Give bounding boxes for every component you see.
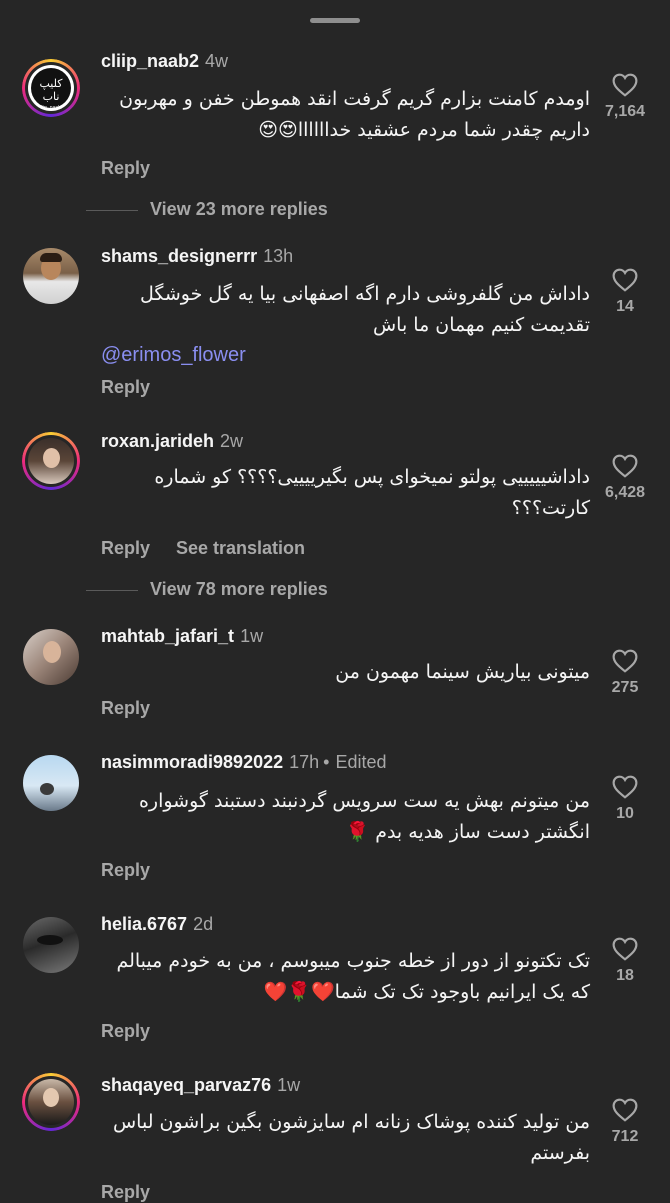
reply-button[interactable]: Reply (101, 538, 150, 559)
username[interactable]: mahtab_jafari_t (101, 626, 234, 646)
comment-text: داداش من گلفروشی دارم اگه اصفهانی بیا یه… (140, 283, 590, 336)
comment-time: 1w (277, 1075, 301, 1095)
mention-link[interactable]: @erimos_flower (101, 344, 246, 367)
reply-button[interactable]: Reply (101, 860, 150, 881)
username[interactable]: roxan.jarideh (101, 431, 214, 451)
comment-header: shams_designerrr 13h (101, 246, 293, 267)
like-area: 6,428 (580, 454, 670, 502)
comment-header: helia.6767 2d (101, 914, 213, 935)
divider (86, 589, 138, 591)
reply-button[interactable]: Reply (101, 377, 150, 398)
comment-time: 2d (193, 914, 214, 934)
reply-button[interactable]: Reply (101, 1021, 150, 1042)
username[interactable]: shaqayeq_parvaz76 (101, 1075, 271, 1095)
like-area: 18 (580, 937, 670, 985)
comment-header: roxan.jarideh 2w (101, 431, 243, 452)
comment-header: mahtab_jafari_t 1w (101, 626, 263, 647)
heart-icon[interactable] (612, 454, 638, 478)
reply-button[interactable]: Reply (101, 698, 150, 719)
avatar-logo-subtext: cliip_naab2 (38, 105, 64, 111)
like-count: 10 (616, 805, 634, 822)
comment-text: من تولید کننده پوشاک زنانه ام سایزشون بگ… (112, 1111, 590, 1164)
comment-header: nasimmoradi9892022 17h • Edited (101, 752, 387, 773)
separator-dot: • (323, 752, 330, 772)
heart-icon[interactable] (612, 937, 638, 961)
view-replies-button[interactable]: View 78 more replies (86, 579, 328, 600)
like-count: 275 (611, 679, 639, 696)
like-count: 7,164 (604, 103, 646, 120)
like-count: 6,428 (604, 484, 646, 501)
drag-handle[interactable] (310, 18, 360, 23)
heart-icon[interactable] (612, 73, 638, 97)
username[interactable]: helia.6767 (101, 914, 187, 934)
avatar[interactable] (22, 754, 80, 812)
avatar[interactable] (22, 1073, 80, 1131)
comment-time: 1w (240, 626, 264, 646)
avatar[interactable] (22, 247, 80, 305)
username[interactable]: nasimmoradi9892022 (101, 752, 283, 772)
like-count: 14 (616, 298, 634, 315)
username[interactable]: shams_designerrr (101, 246, 257, 266)
comment-text: من میتونم بهش یه ست سرویس گردنبند دستبند… (138, 790, 590, 843)
like-count: 712 (611, 1128, 639, 1145)
edited-label: Edited (335, 752, 387, 772)
comment-time: 4w (205, 51, 229, 71)
avatar[interactable] (22, 432, 80, 490)
avatar[interactable]: کلیپ ناب cliip_naab2 (22, 59, 80, 117)
like-area: 7,164 (580, 73, 670, 121)
comment-text: داداشیییییی پولتو نمیخوای پس بگیرییییی؟؟… (154, 466, 590, 519)
heart-icon[interactable] (612, 649, 638, 673)
heart-icon[interactable] (612, 775, 638, 799)
view-replies-label: View 78 more replies (150, 579, 328, 599)
view-replies-button[interactable]: View 23 more replies (86, 199, 328, 220)
avatar[interactable] (22, 916, 80, 974)
comment-text: اومدم کامنت بزارم گریم گرفت انقد هموطن خ… (119, 88, 590, 141)
like-area: 712 (580, 1098, 670, 1146)
heart-icon[interactable] (612, 1098, 638, 1122)
comment-header: shaqayeq_parvaz76 1w (101, 1075, 300, 1096)
see-translation-button[interactable]: See translation (176, 538, 305, 559)
divider (86, 209, 138, 211)
comment-time: 17h (289, 752, 320, 772)
comment-text: میتونی بیاریش سینما مهمون من (335, 661, 590, 683)
avatar-logo-text: کلیپ ناب (39, 77, 63, 103)
like-area: 14 (580, 268, 670, 316)
comment-time: 13h (263, 246, 294, 266)
like-count: 18 (616, 967, 634, 984)
heart-icon[interactable] (612, 268, 638, 292)
comment-time: 2w (220, 431, 244, 451)
like-area: 10 (580, 775, 670, 823)
like-area: 275 (580, 649, 670, 697)
view-replies-label: View 23 more replies (150, 199, 328, 219)
username[interactable]: cliip_naab2 (101, 51, 199, 71)
reply-button[interactable]: Reply (101, 158, 150, 179)
avatar[interactable] (22, 628, 80, 686)
comment-text: تک تکتونو از دور از خطه جنوب میبوسم ، من… (116, 950, 590, 1003)
comment-header: cliip_naab2 4w (101, 51, 228, 72)
